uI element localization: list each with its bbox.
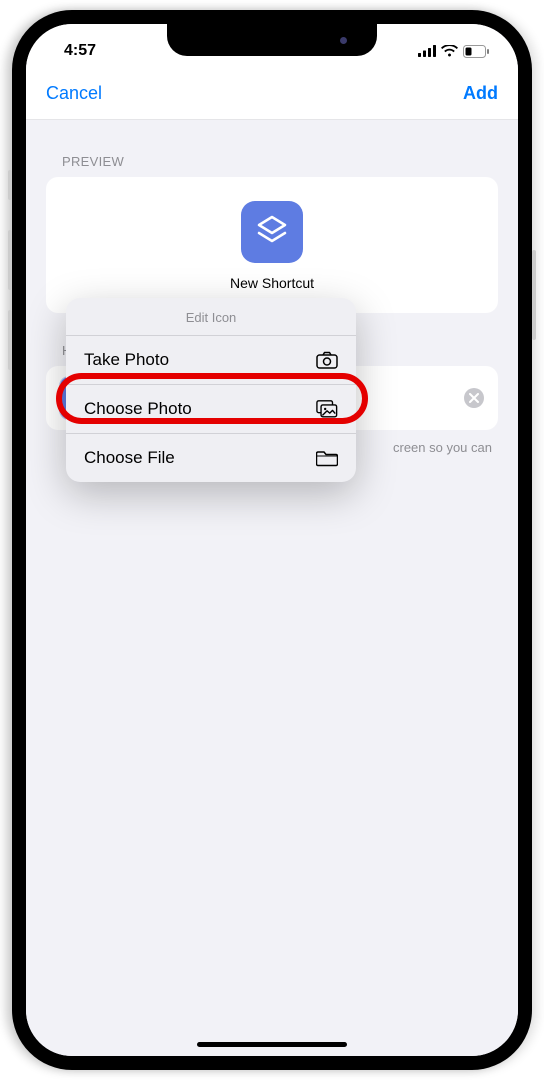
menu-item-choose-photo[interactable]: Choose Photo: [66, 385, 356, 434]
status-right: [418, 45, 490, 58]
content: PREVIEW New Shortcut HOME SCREEN NAME AN…: [26, 120, 518, 1056]
add-button[interactable]: Add: [463, 83, 498, 104]
popover-title: Edit Icon: [66, 298, 356, 336]
clear-text-button[interactable]: [464, 388, 484, 408]
menu-item-take-photo[interactable]: Take Photo: [66, 336, 356, 385]
edit-icon-popover: Edit Icon Take Photo Choose Photo Choose…: [66, 298, 356, 482]
status-time: 4:57: [64, 42, 96, 60]
preview-section-label: PREVIEW: [62, 154, 498, 169]
home-indicator[interactable]: [197, 1042, 347, 1047]
camera-dot: [340, 37, 347, 44]
preview-app-name: New Shortcut: [230, 275, 314, 291]
volume-up-button: [8, 230, 12, 290]
menu-item-choose-file[interactable]: Choose File: [66, 434, 356, 482]
menu-item-label: Choose File: [84, 448, 175, 468]
folder-icon: [316, 447, 338, 469]
screen: 4:57 Cancel Add PREVIEW: [26, 24, 518, 1056]
cellular-icon: [418, 45, 436, 57]
notch: [167, 24, 377, 56]
side-button: [8, 170, 12, 200]
cancel-button[interactable]: Cancel: [46, 83, 102, 104]
camera-icon: [316, 349, 338, 371]
battery-icon: [463, 45, 490, 58]
shortcut-app-icon: [241, 201, 303, 263]
phone-frame: 4:57 Cancel Add PREVIEW: [12, 10, 532, 1070]
preview-card: New Shortcut: [46, 177, 498, 313]
power-button: [532, 250, 536, 340]
menu-item-label: Take Photo: [84, 350, 169, 370]
nav-bar: Cancel Add: [26, 68, 518, 120]
volume-down-button: [8, 310, 12, 370]
photo-library-icon: [316, 398, 338, 420]
menu-item-label: Choose Photo: [84, 399, 192, 419]
wifi-icon: [441, 45, 458, 57]
